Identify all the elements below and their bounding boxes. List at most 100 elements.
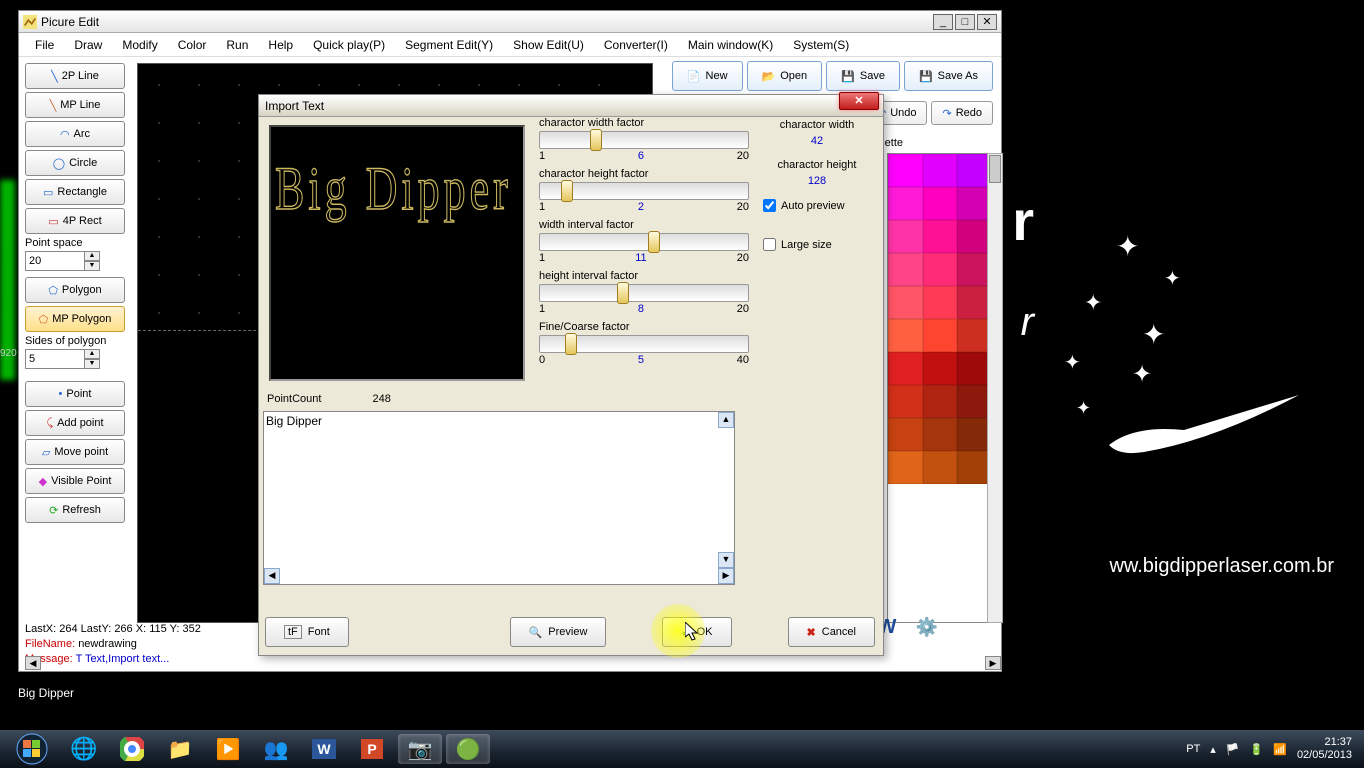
tray-up-icon[interactable]: ▴ <box>1210 743 1216 756</box>
palette-swatch[interactable] <box>923 187 958 220</box>
lang-indicator[interactable]: PT <box>1186 743 1200 755</box>
palette-swatch[interactable] <box>923 418 958 451</box>
close-button[interactable]: ✕ <box>977 14 997 30</box>
ok-button[interactable]: ✔OK <box>662 617 731 647</box>
slider-thumb-cwf[interactable] <box>590 129 602 151</box>
font-button[interactable]: tFFont <box>265 617 349 647</box>
autopreview-input[interactable] <box>763 199 776 212</box>
spin-up[interactable]: ▲ <box>84 349 100 359</box>
slider-hif[interactable] <box>539 284 749 302</box>
largesize-input[interactable] <box>763 238 776 251</box>
tool-mpline[interactable]: ╲MP Line <box>25 92 125 118</box>
palette-swatch[interactable] <box>923 451 958 484</box>
textarea-hscroll-left[interactable]: ◀ <box>264 568 280 584</box>
menu-run[interactable]: Run <box>216 34 258 56</box>
taskbar-media[interactable]: ▶️ <box>206 734 250 764</box>
menu-system[interactable]: System(S) <box>783 34 859 56</box>
palette-scrollbar[interactable] <box>987 153 1003 623</box>
palette-swatch[interactable] <box>923 352 958 385</box>
menu-showedit[interactable]: Show Edit(U) <box>503 34 594 56</box>
sides-spinner[interactable]: ▲▼ <box>25 349 130 369</box>
gear-icon[interactable]: ⚙️ <box>915 615 939 639</box>
palette-swatch[interactable] <box>888 187 923 220</box>
flag-icon[interactable]: 🏳️ <box>1226 743 1240 756</box>
pointspace-spinner[interactable]: ▲▼ <box>25 251 130 271</box>
slider-thumb-fcf[interactable] <box>565 333 577 355</box>
menu-color[interactable]: Color <box>168 34 217 56</box>
textarea-scroll-up[interactable]: ▲ <box>718 412 734 428</box>
menu-quickplay[interactable]: Quick play(P) <box>303 34 395 56</box>
palette-swatch[interactable] <box>888 418 923 451</box>
tool-arc[interactable]: ◠Arc <box>25 121 125 147</box>
battery-icon[interactable]: 🔋 <box>1250 743 1264 756</box>
textarea-scroll-down[interactable]: ▼ <box>718 552 734 568</box>
tool-rectangle[interactable]: ▭Rectangle <box>25 179 125 205</box>
start-button[interactable] <box>6 732 58 766</box>
palette-swatch[interactable] <box>923 286 958 319</box>
cancel-button[interactable]: ✖Cancel <box>788 617 875 647</box>
palette-swatch[interactable] <box>888 253 923 286</box>
taskbar-word[interactable]: W <box>302 734 346 764</box>
palette-swatch[interactable] <box>923 385 958 418</box>
slider-thumb-chf[interactable] <box>561 180 573 202</box>
menu-segmentedit[interactable]: Segment Edit(Y) <box>395 34 503 56</box>
slider-thumb-hif[interactable] <box>617 282 629 304</box>
menu-converter[interactable]: Converter(I) <box>594 34 678 56</box>
spin-up[interactable]: ▲ <box>84 251 100 261</box>
tool-4prect[interactable]: ▭4P Rect <box>25 208 125 234</box>
slider-cwf[interactable] <box>539 131 749 149</box>
maximize-button[interactable]: □ <box>955 14 975 30</box>
redo-button[interactable]: ↷Redo <box>931 101 993 125</box>
spin-down[interactable]: ▼ <box>84 261 100 271</box>
dialog-titlebar[interactable]: Import Text ✕ <box>259 95 883 117</box>
scroll-thumb[interactable] <box>989 155 1001 183</box>
sides-input[interactable] <box>25 349 85 369</box>
palette-swatch[interactable] <box>888 451 923 484</box>
clock[interactable]: 21:37 02/05/2013 <box>1297 736 1352 762</box>
tool-circle[interactable]: ◯Circle <box>25 150 125 176</box>
menu-help[interactable]: Help <box>258 34 303 56</box>
slider-fcf[interactable] <box>539 335 749 353</box>
tool-movepoint[interactable]: ▱Move point <box>25 439 125 465</box>
taskbar-explorer[interactable]: 📁 <box>158 734 202 764</box>
palette-swatch[interactable] <box>888 220 923 253</box>
slider-chf[interactable] <box>539 182 749 200</box>
slider-wif[interactable] <box>539 233 749 251</box>
menu-file[interactable]: File <box>25 34 64 56</box>
palette-swatch[interactable] <box>888 319 923 352</box>
save-button[interactable]: 💾Save <box>826 61 900 91</box>
system-tray[interactable]: PT ▴ 🏳️ 🔋 📶 21:37 02/05/2013 <box>1186 736 1358 762</box>
saveas-button[interactable]: 💾Save As <box>904 61 993 91</box>
largesize-checkbox[interactable]: Large size <box>763 238 871 251</box>
textarea-hscroll-right[interactable]: ▶ <box>718 568 734 584</box>
wifi-icon[interactable]: 📶 <box>1273 743 1287 756</box>
open-button[interactable]: 📂Open <box>747 61 823 91</box>
palette-swatch[interactable] <box>888 154 923 187</box>
taskbar-camera[interactable]: 📷 <box>398 734 442 764</box>
new-button[interactable]: 📄New <box>672 61 743 91</box>
hscroll-left[interactable]: ◀ <box>25 656 41 670</box>
tool-addpoint[interactable]: ⤹Add point <box>25 410 125 436</box>
tool-polygon[interactable]: ⬠Polygon <box>25 277 125 303</box>
hscroll-right[interactable]: ▶ <box>985 656 1001 670</box>
taskbar-ppt[interactable]: P <box>350 734 394 764</box>
dialog-close-button[interactable]: ✕ <box>839 92 879 110</box>
taskbar-ie[interactable]: 🌐 <box>62 734 106 764</box>
preview-button[interactable]: 🔍Preview <box>510 617 607 647</box>
spin-down[interactable]: ▼ <box>84 359 100 369</box>
palette-swatch[interactable] <box>888 385 923 418</box>
tool-visiblepoint[interactable]: ◆Visible Point <box>25 468 125 494</box>
palette-swatch[interactable] <box>923 220 958 253</box>
taskbar-chrome[interactable] <box>110 734 154 764</box>
palette-swatch[interactable] <box>923 319 958 352</box>
pointspace-input[interactable] <box>25 251 85 271</box>
taskbar-people[interactable]: 👥 <box>254 734 298 764</box>
minimize-button[interactable]: _ <box>933 14 953 30</box>
tool-mppolygon[interactable]: ⬠MP Polygon <box>25 306 125 332</box>
taskbar[interactable]: 🌐 📁 ▶️ 👥 W P 📷 🟢 PT ▴ 🏳️ 🔋 📶 21:37 02/05… <box>0 730 1364 768</box>
palette-swatch[interactable] <box>888 352 923 385</box>
text-input[interactable]: Big Dipper <box>264 412 720 562</box>
menu-draw[interactable]: Draw <box>64 34 112 56</box>
slider-thumb-wif[interactable] <box>648 231 660 253</box>
tool-refresh[interactable]: ⟳Refresh <box>25 497 125 523</box>
